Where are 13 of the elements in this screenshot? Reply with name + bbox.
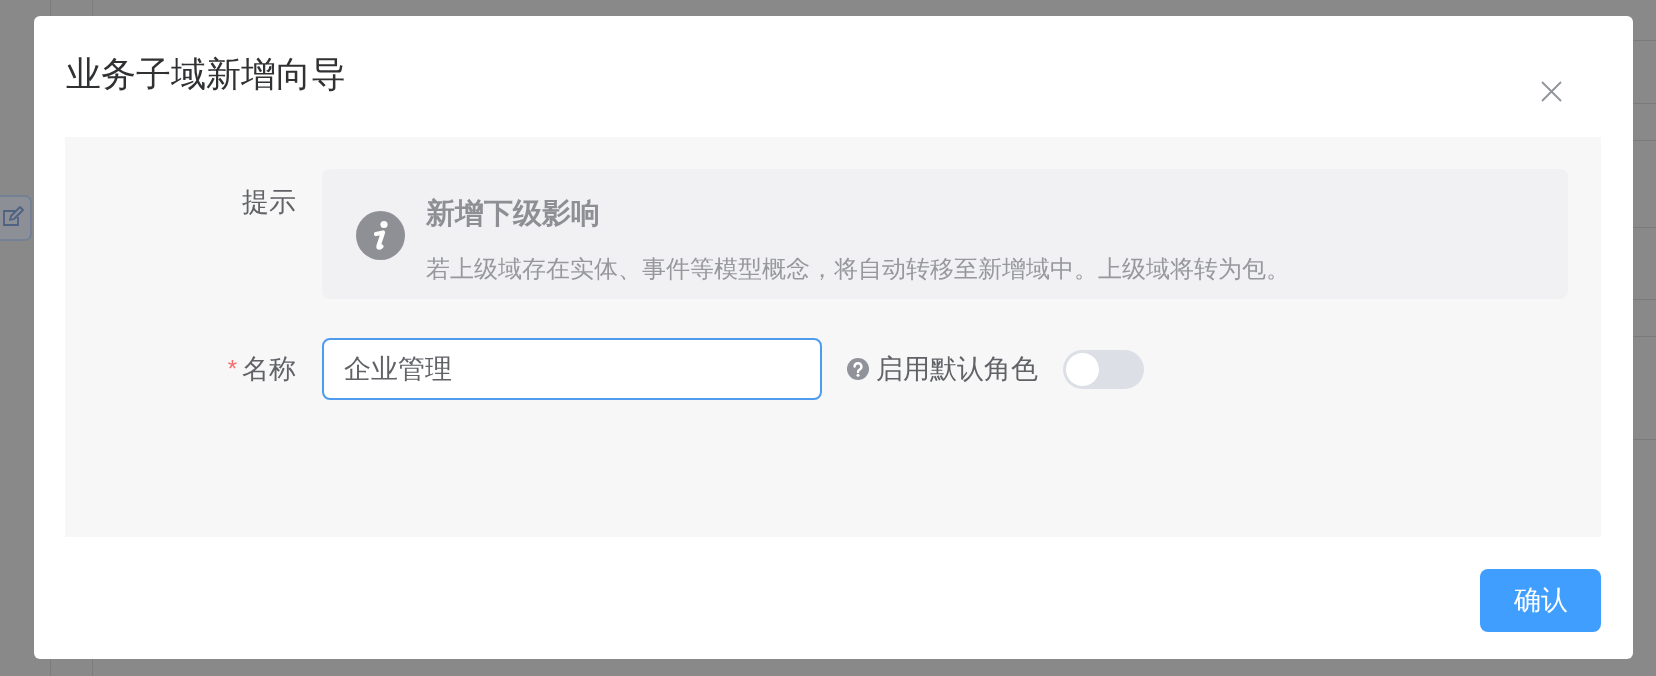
field-label: 名称: [242, 354, 296, 384]
help-icon[interactable]: [847, 358, 869, 380]
field-label: 提示: [242, 186, 296, 219]
toggle-switch[interactable]: [1063, 349, 1144, 389]
hint-title: 新增下级影响: [426, 196, 601, 231]
name-input[interactable]: 企业管理: [322, 338, 822, 400]
hint-text: 若上级域存在实体、事件等模型概念，将自动转移至新增域中。上级域将转为包。: [426, 254, 1290, 284]
required-mark: *: [227, 355, 237, 382]
edit-icon: [0, 195, 32, 241]
dialog-title: 业务子域新增向导: [66, 53, 346, 95]
info-icon: [356, 211, 405, 260]
switch-label: 启用默认角色: [876, 353, 1038, 386]
close-icon[interactable]: [1541, 81, 1562, 102]
